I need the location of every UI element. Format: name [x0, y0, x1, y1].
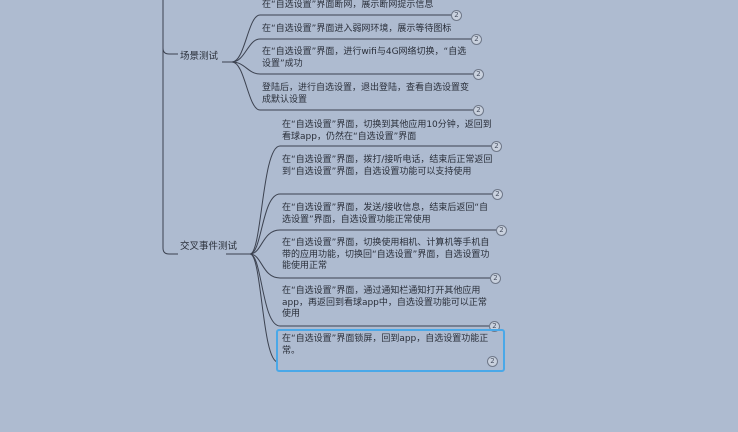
collapse-badge[interactable]: 2: [492, 189, 503, 200]
scene-node-3[interactable]: 在“自选设置”界面，进行wifi与4G网络切换，“自选设置”成功: [262, 47, 472, 70]
cross-node-5[interactable]: 在“自选设置”界面，通过通知栏通知打开其他应用app，再返回到看球app中，自选…: [282, 286, 492, 321]
scene-node-4[interactable]: 登陆后，进行自选设置，退出登陆，查看自选设置变成默认设置: [262, 83, 474, 106]
scene-node-2[interactable]: 在“自选设置”界面进入弱网环境，展示等待图标: [262, 24, 477, 36]
collapse-badge[interactable]: 2: [496, 225, 507, 236]
branch-cross-event-test[interactable]: 交叉事件测试: [180, 238, 237, 252]
cross-node-2[interactable]: 在“自选设置”界面，拨打/接听电话，结束后正常返回到“自选设置”界面，自选设置功…: [282, 155, 494, 178]
collapse-badge[interactable]: 2: [471, 34, 482, 45]
collapse-badge[interactable]: 2: [473, 69, 484, 80]
cross-node-4[interactable]: 在“自选设置”界面，切换使用相机、计算机等手机自带的应用功能，切换回“自选设置”…: [282, 238, 492, 273]
collapse-badge[interactable]: 2: [491, 141, 502, 152]
cross-node-3[interactable]: 在“自选设置”界面，发送/接收信息，结束后返回“自选设置”界面，自选设置功能正常…: [282, 203, 497, 226]
collapse-badge[interactable]: 2: [451, 10, 462, 21]
cross-node-1[interactable]: 在“自选设置”界面，切换到其他应用10分钟，返回到看球app，仍然在“自选设置”…: [282, 120, 492, 143]
collapse-badge[interactable]: 2: [490, 273, 501, 284]
collapse-badge[interactable]: 2: [473, 105, 484, 116]
mindmap-canvas: 场景测试 交叉事件测试 在“自选设置”界面断网，展示断网提示信息 2 在“自选设…: [0, 0, 738, 432]
scene-node-1[interactable]: 在“自选设置”界面断网，展示断网提示信息: [262, 0, 462, 12]
collapse-badge[interactable]: 2: [487, 356, 498, 367]
cross-node-6[interactable]: 在“自选设置”界面锁屏，回到app，自选设置功能正常。: [282, 334, 494, 357]
branch-scene-test[interactable]: 场景测试: [180, 48, 218, 62]
